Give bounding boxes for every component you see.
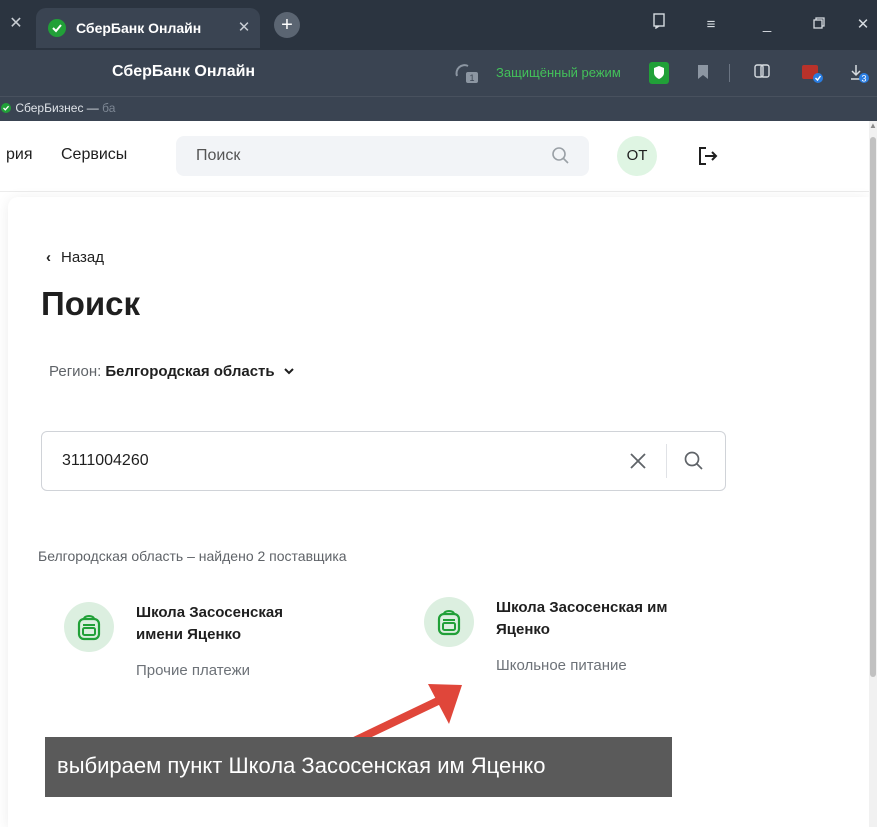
- annotation-caption: выбираем пункт Школа Засосенская им Яцен…: [45, 737, 672, 797]
- caption-text: выбираем пункт Школа Засосенская им Яцен…: [57, 753, 546, 778]
- annotation-arrow: [323, 684, 462, 759]
